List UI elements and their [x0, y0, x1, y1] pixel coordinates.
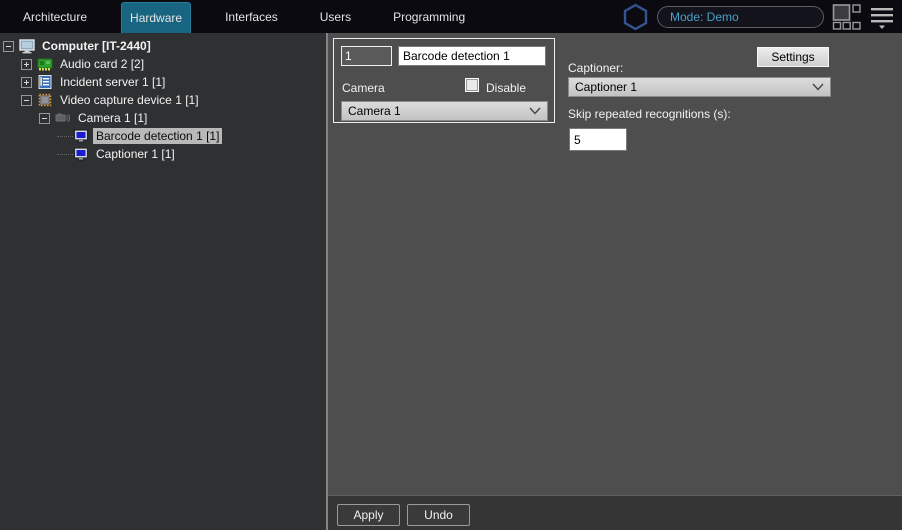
- hamburger-menu-icon[interactable]: [870, 3, 894, 30]
- mode-field[interactable]: Mode: Demo: [657, 5, 824, 28]
- app-logo-hexagon-icon: [623, 3, 648, 30]
- tab-programming[interactable]: Programming: [385, 0, 473, 33]
- hardware-tree-panel: Computer [IT-2440] Audio card 2 [2] Inci…: [0, 33, 326, 530]
- disable-label: Disable: [486, 81, 527, 95]
- object-name-field[interactable]: [398, 46, 546, 66]
- chevron-down-icon: [529, 107, 541, 115]
- captioner-select-value: Captioner 1: [575, 80, 638, 94]
- computer-icon: [19, 39, 35, 54]
- object-id-field[interactable]: [341, 46, 392, 66]
- collapse-expander-icon[interactable]: [21, 94, 32, 106]
- tree-item-incident-server[interactable]: Incident server 1 [1]: [0, 73, 326, 91]
- collapse-expander-icon[interactable]: [39, 112, 50, 124]
- expand-expander-icon[interactable]: [21, 76, 32, 88]
- action-bar: Apply Undo: [328, 495, 902, 530]
- screen-layout-icon[interactable]: [832, 3, 862, 30]
- chevron-down-icon: [812, 83, 824, 91]
- skip-repeated-recognitions-field[interactable]: [569, 128, 627, 151]
- mode-text: Mode: Demo: [670, 9, 739, 24]
- tree-item-label[interactable]: Audio card 2 [2]: [57, 56, 147, 72]
- captioner-select[interactable]: Captioner 1: [568, 77, 831, 97]
- incident-server-icon: [38, 75, 52, 89]
- main-tabs: Architecture Hardware Interfaces Users P…: [15, 0, 473, 33]
- tree-item-label[interactable]: Camera 1 [1]: [75, 110, 150, 126]
- audio-card-icon: [37, 58, 53, 71]
- apply-button[interactable]: Apply: [337, 504, 400, 526]
- identity-group-box: Camera Disable Camera 1: [333, 38, 555, 123]
- skip-repeated-recognitions-label: Skip repeated recognitions (s):: [568, 107, 731, 121]
- expand-expander-icon[interactable]: [21, 58, 32, 70]
- tree-item-label[interactable]: Video capture device 1 [1]: [57, 92, 202, 108]
- tree-item-label[interactable]: Barcode detection 1 [1]: [93, 128, 223, 144]
- panel-divider[interactable]: [326, 33, 328, 530]
- tab-hardware[interactable]: Hardware: [121, 2, 192, 33]
- tab-architecture[interactable]: Architecture: [15, 0, 95, 33]
- tree-item-label[interactable]: Incident server 1 [1]: [57, 74, 168, 90]
- camera-select[interactable]: Camera 1: [341, 101, 548, 121]
- tree-item-audio-card[interactable]: Audio card 2 [2]: [0, 55, 326, 73]
- tree-item-camera[interactable]: Camera 1 [1]: [0, 109, 326, 127]
- disable-checkbox[interactable]: [465, 78, 479, 92]
- tree-item-computer[interactable]: Computer [IT-2440]: [0, 37, 326, 55]
- settings-button[interactable]: Settings: [757, 47, 829, 67]
- camera-select-value: Camera 1: [348, 104, 401, 118]
- captioner-label: Captioner:: [568, 61, 624, 75]
- tree-item-label[interactable]: Captioner 1 [1]: [93, 146, 178, 162]
- monitor-icon: [73, 147, 89, 161]
- tree-item-video-capture-device[interactable]: Video capture device 1 [1]: [0, 91, 326, 109]
- camera-label: Camera: [342, 81, 385, 95]
- camera-icon: [55, 113, 70, 122]
- tree-item-barcode-detection[interactable]: Barcode detection 1 [1]: [0, 127, 326, 145]
- tab-interfaces[interactable]: Interfaces: [217, 0, 286, 33]
- undo-button[interactable]: Undo: [407, 504, 470, 526]
- monitor-icon: [73, 129, 89, 143]
- top-menu-bar: Architecture Hardware Interfaces Users P…: [0, 0, 902, 33]
- tree-item-captioner[interactable]: Captioner 1 [1]: [0, 145, 326, 163]
- video-capture-device-icon: [38, 93, 52, 107]
- collapse-expander-icon[interactable]: [3, 40, 14, 52]
- object-settings-panel: Camera Disable Camera 1 Settings Caption…: [328, 33, 902, 530]
- tab-users[interactable]: Users: [312, 0, 359, 33]
- tree-item-label[interactable]: Computer [IT-2440]: [39, 38, 154, 54]
